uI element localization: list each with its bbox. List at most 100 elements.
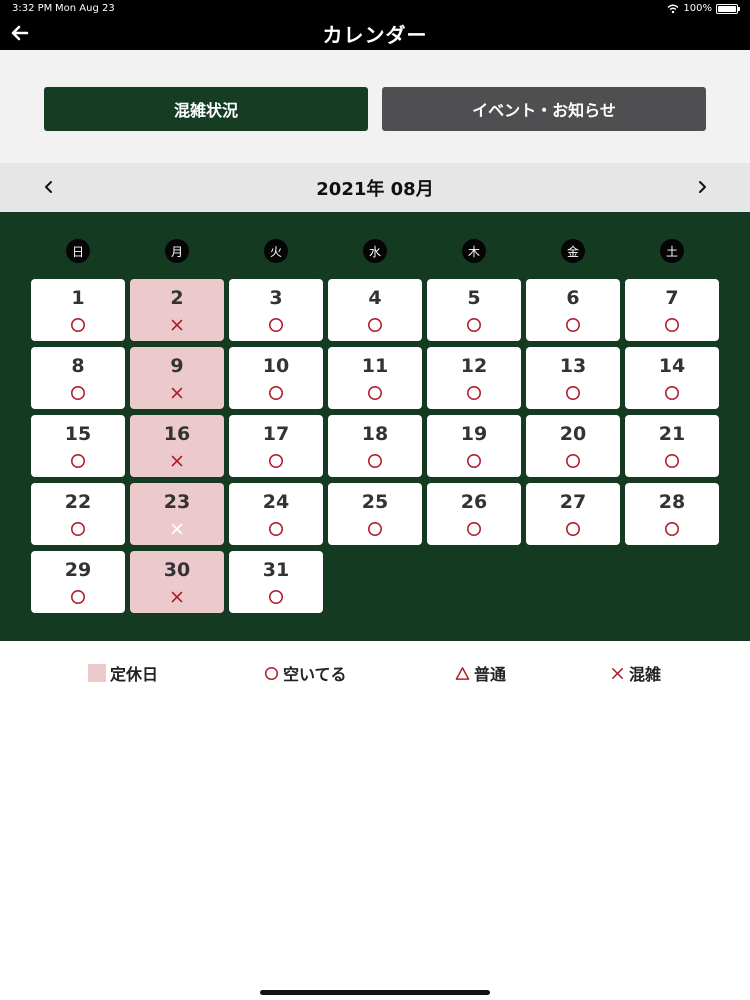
day-number: 10	[262, 355, 290, 377]
circle-mark-icon	[566, 318, 580, 332]
circle-mark-icon	[269, 590, 283, 604]
day-number: 31	[262, 559, 290, 581]
day-number: 18	[361, 423, 389, 445]
circle-mark-icon	[665, 386, 679, 400]
calendar-day[interactable]: 1	[31, 279, 125, 341]
circle-mark-icon	[368, 318, 382, 332]
circle-mark-icon	[665, 522, 679, 536]
circle-mark-icon	[467, 318, 481, 332]
legend-crowded: 混雑	[610, 661, 661, 685]
calendar-day[interactable]: 30	[130, 551, 224, 613]
day-number: 4	[368, 287, 382, 309]
calendar-day[interactable]: 16	[130, 415, 224, 477]
day-number: 17	[262, 423, 290, 445]
calendar-day[interactable]: 14	[625, 347, 719, 409]
calendar-day[interactable]: 23	[130, 483, 224, 545]
battery-percent: 100%	[683, 3, 712, 14]
circle-mark-icon	[71, 522, 85, 536]
calendar-day[interactable]: 12	[427, 347, 521, 409]
circle-mark-icon	[665, 318, 679, 332]
weekday-header: 日	[66, 239, 90, 263]
tab-bar: 混雑状況 イベント・お知らせ	[0, 50, 750, 163]
calendar-day[interactable]: 4	[328, 279, 422, 341]
calendar-day[interactable]: 18	[328, 415, 422, 477]
cross-mark-icon	[171, 591, 183, 603]
day-number: 16	[163, 423, 191, 445]
calendar-day[interactable]: 8	[31, 347, 125, 409]
tab-events-news[interactable]: イベント・お知らせ	[382, 87, 706, 131]
calendar-day[interactable]: 25	[328, 483, 422, 545]
weekday-header: 月	[165, 239, 189, 263]
tab-congestion[interactable]: 混雑状況	[44, 87, 368, 131]
legend-crowded-label: 混雑	[629, 665, 662, 684]
day-number: 20	[559, 423, 587, 445]
chevron-right-icon[interactable]	[690, 175, 714, 199]
day-number: 24	[262, 491, 290, 513]
calendar-day[interactable]: 29	[31, 551, 125, 613]
day-number: 5	[467, 287, 481, 309]
calendar-day[interactable]: 27	[526, 483, 620, 545]
calendar-day[interactable]: 31	[229, 551, 323, 613]
wifi-icon	[667, 4, 679, 13]
day-number: 26	[460, 491, 488, 513]
day-number: 12	[460, 355, 488, 377]
circle-mark-icon	[264, 666, 279, 680]
legend-closed: 定休日	[88, 661, 158, 685]
cross-mark-icon	[171, 523, 183, 535]
cross-mark-icon	[612, 667, 623, 679]
calendar-day[interactable]: 3	[229, 279, 323, 341]
circle-mark-icon	[566, 386, 580, 400]
calendar-day[interactable]: 28	[625, 483, 719, 545]
legend-normal-label: 普通	[474, 665, 507, 684]
calendar-day[interactable]: 2	[130, 279, 224, 341]
month-title: 2021年 08月	[316, 179, 434, 200]
circle-mark-icon	[71, 590, 85, 604]
weekday-header: 水	[363, 239, 387, 263]
calendar-day[interactable]: 21	[625, 415, 719, 477]
home-indicator	[260, 990, 490, 995]
circle-mark-icon	[467, 386, 481, 400]
circle-mark-icon	[269, 318, 283, 332]
calendar-day[interactable]: 17	[229, 415, 323, 477]
month-header: 2021年 08月	[0, 163, 750, 212]
circle-mark-icon	[467, 522, 481, 536]
circle-mark-icon	[368, 386, 382, 400]
calendar-day[interactable]: 7	[625, 279, 719, 341]
calendar-day[interactable]: 20	[526, 415, 620, 477]
day-number: 7	[665, 287, 679, 309]
day-number: 3	[269, 287, 283, 309]
circle-mark-icon	[368, 522, 382, 536]
day-number: 11	[361, 355, 389, 377]
calendar-day[interactable]: 10	[229, 347, 323, 409]
status-date: Mon Aug 23	[55, 3, 115, 14]
circle-mark-icon	[665, 454, 679, 468]
day-number: 21	[658, 423, 686, 445]
circle-mark-icon	[368, 454, 382, 468]
circle-mark-icon	[467, 454, 481, 468]
circle-mark-icon	[269, 522, 283, 536]
calendar-day[interactable]: 6	[526, 279, 620, 341]
calendar-day[interactable]: 26	[427, 483, 521, 545]
calendar-day[interactable]: 5	[427, 279, 521, 341]
calendar-day[interactable]: 11	[328, 347, 422, 409]
calendar-day[interactable]: 15	[31, 415, 125, 477]
battery-icon	[716, 3, 740, 14]
circle-mark-icon	[566, 454, 580, 468]
page-title: カレンダー	[322, 23, 428, 47]
day-number: 6	[566, 287, 580, 309]
status-time: 3:32 PM	[12, 3, 53, 14]
calendar-day[interactable]: 19	[427, 415, 521, 477]
calendar-day[interactable]: 13	[526, 347, 620, 409]
calendar-day[interactable]: 24	[229, 483, 323, 545]
day-number: 25	[361, 491, 389, 513]
status-right: 100%	[667, 3, 740, 14]
calendar-day[interactable]: 9	[130, 347, 224, 409]
legend: 定休日 空いてる 普通 混雑	[0, 641, 750, 701]
weekday-header: 火	[264, 239, 288, 263]
day-number: 22	[64, 491, 92, 513]
circle-mark-icon	[566, 522, 580, 536]
day-number: 14	[658, 355, 686, 377]
legend-vacant: 空いてる	[264, 661, 347, 685]
calendar-day[interactable]: 22	[31, 483, 125, 545]
cross-mark-icon	[171, 387, 183, 399]
